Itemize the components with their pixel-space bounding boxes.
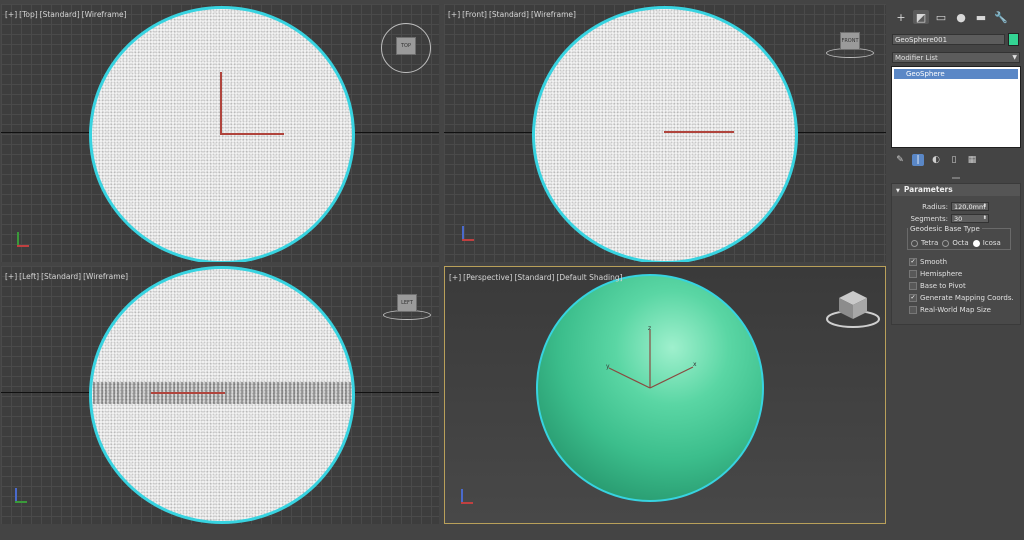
spinner-arrows-icon[interactable]: ⬍ xyxy=(983,214,987,222)
viewport-menu[interactable]: [+] xyxy=(5,10,17,19)
viewport-front[interactable]: [+] [Front] [Standard] [Wireframe] FRONT xyxy=(444,4,886,262)
command-panel-tabs: + ◩ ▭ ● ▬ 🔧 xyxy=(888,0,1024,26)
axis-tripod-icon xyxy=(457,489,475,507)
3dsmax-window: [+] [Top] [Standard] [Wireframe] TOP [+] [Fr… xyxy=(0,0,1024,540)
segments-label: Segments: xyxy=(910,214,948,223)
segments-row: Segments: 30 ⬍ xyxy=(892,214,989,223)
viewport-label[interactable]: [+] [Perspective] [Standard] [Default Shadi… xyxy=(449,273,625,282)
viewport-label[interactable]: [+] [Top] [Standard] [Wireframe] xyxy=(5,10,129,19)
hierarchy-tab-icon[interactable]: ▭ xyxy=(933,10,949,24)
panel-resize-handle[interactable] xyxy=(952,177,960,179)
smooth-checkbox[interactable]: ✓ Smooth xyxy=(909,258,947,266)
axis-tripod-icon xyxy=(458,226,476,244)
viewcube[interactable]: LEFT xyxy=(397,294,417,312)
create-tab-icon[interactable]: + xyxy=(893,10,909,24)
pivot-y-axis xyxy=(220,72,222,134)
base-to-pivot-checkbox[interactable]: Base to Pivot xyxy=(909,282,966,290)
show-end-result-icon[interactable]: | xyxy=(912,154,924,166)
hemisphere-checkbox[interactable]: Hemisphere xyxy=(909,270,962,278)
viewcube[interactable]: FRONT xyxy=(840,32,860,50)
gizmo-y-label: y xyxy=(606,363,610,370)
viewport-view-name[interactable]: [Top] xyxy=(19,10,38,19)
pivot-x-axis xyxy=(151,392,225,394)
modifier-stack[interactable]: GeoSphere xyxy=(891,66,1021,148)
configure-sets-icon[interactable]: ▦ xyxy=(966,154,978,166)
viewport-left[interactable]: [+] [Left] [Standard] [Wireframe] LEFT xyxy=(1,266,439,524)
viewport-shading-mode[interactable]: [Wireframe] xyxy=(531,10,576,19)
viewport-menu[interactable]: [+] xyxy=(449,273,461,282)
base-type-label: Geodesic Base Type xyxy=(908,225,982,233)
collapse-icon: ▼ xyxy=(896,188,900,194)
transform-gizmo[interactable]: z y x xyxy=(595,322,705,397)
parameters-rollout: ▼ Parameters Radius: 120,0mm ⬍ Segments: 3… xyxy=(891,183,1021,325)
command-panel: + ◩ ▭ ● ▬ 🔧 GeoSphere001 Modifier List ▼… xyxy=(888,0,1024,540)
viewport-standard[interactable]: [Standard] xyxy=(40,10,80,19)
stack-item-geosphere[interactable]: GeoSphere xyxy=(894,69,1018,79)
viewport-shading-mode[interactable]: [Default Shading] xyxy=(556,273,622,282)
viewport-menu[interactable]: [+] xyxy=(448,10,460,19)
pivot-x-axis xyxy=(664,131,734,133)
viewport-view-name[interactable]: [Perspective] xyxy=(463,273,512,282)
modifier-list-label: Modifier List xyxy=(895,54,938,62)
gizmo-x-label: x xyxy=(693,361,697,368)
pin-stack-icon[interactable]: ✎ xyxy=(894,154,906,166)
viewport-perspective[interactable]: [+] [Perspective] [Standard] [Default Shadi… xyxy=(444,266,886,524)
motion-tab-icon[interactable]: ● xyxy=(953,10,969,24)
parameters-rollout-header[interactable]: ▼ Parameters xyxy=(892,184,1020,196)
pivot-x-axis xyxy=(220,133,284,135)
display-tab-icon[interactable]: ▬ xyxy=(973,10,989,24)
viewcube[interactable] xyxy=(825,287,881,329)
viewport-view-name[interactable]: [Front] xyxy=(462,10,487,19)
gizmo-y-axis xyxy=(608,367,651,389)
axis-tripod-icon xyxy=(13,232,31,250)
chevron-down-icon: ▼ xyxy=(1012,54,1017,61)
radius-spinner[interactable]: 120,0mm ⬍ xyxy=(951,202,989,211)
rollout-title: Parameters xyxy=(903,185,953,194)
real-world-map-checkbox[interactable]: Real-World Map Size xyxy=(909,306,991,314)
radius-label: Radius: xyxy=(922,202,948,211)
viewport-label[interactable]: [+] [Left] [Standard] [Wireframe] xyxy=(5,272,130,281)
radius-row: Radius: 120,0mm ⬍ xyxy=(892,202,989,211)
gizmo-z-label: z xyxy=(648,325,651,332)
modifier-list-dropdown[interactable]: Modifier List ▼ xyxy=(892,52,1020,63)
spinner-arrows-icon[interactable]: ⬍ xyxy=(983,202,987,210)
modify-tab-icon[interactable]: ◩ xyxy=(913,10,929,24)
viewport-shading-mode[interactable]: [Wireframe] xyxy=(82,10,127,19)
viewport-standard[interactable]: [Standard] xyxy=(41,272,81,281)
object-name-field[interactable]: GeoSphere001 xyxy=(892,34,1005,45)
viewcube[interactable]: TOP xyxy=(396,37,416,55)
gizmo-x-axis xyxy=(649,366,694,389)
geosphere-wireframe[interactable] xyxy=(532,6,798,262)
viewport-shading-mode[interactable]: [Wireframe] xyxy=(83,272,128,281)
viewport-top[interactable]: [+] [Top] [Standard] [Wireframe] TOP xyxy=(1,4,439,262)
axis-tripod-icon xyxy=(11,488,29,506)
utilities-tab-icon[interactable]: 🔧 xyxy=(993,10,1009,24)
make-unique-icon[interactable]: ◐ xyxy=(930,154,942,166)
viewport-menu[interactable]: [+] xyxy=(5,272,17,281)
radio-octa[interactable]: Octa xyxy=(942,239,969,247)
generate-mapping-checkbox[interactable]: ✓ Generate Mapping Coords. xyxy=(909,294,1014,302)
bottom-strip xyxy=(0,526,888,540)
viewport-view-name[interactable]: [Left] xyxy=(19,272,39,281)
radio-icosa[interactable]: Icosa xyxy=(972,239,1001,247)
viewport-standard[interactable]: [Standard] xyxy=(489,10,529,19)
base-type-radios: Tetra Octa Icosa xyxy=(911,239,1001,247)
stack-toolbar: ✎ | ◐ ▯ ▦ xyxy=(894,154,978,166)
viewport-standard[interactable]: [Standard] xyxy=(514,273,554,282)
radio-tetra[interactable]: Tetra xyxy=(911,239,938,247)
segments-spinner[interactable]: 30 ⬍ xyxy=(951,214,989,223)
remove-modifier-icon[interactable]: ▯ xyxy=(948,154,960,166)
viewport-label[interactable]: [+] [Front] [Standard] [Wireframe] xyxy=(448,10,578,19)
object-name-row: GeoSphere001 xyxy=(892,33,1019,46)
object-color-swatch[interactable] xyxy=(1008,33,1019,46)
